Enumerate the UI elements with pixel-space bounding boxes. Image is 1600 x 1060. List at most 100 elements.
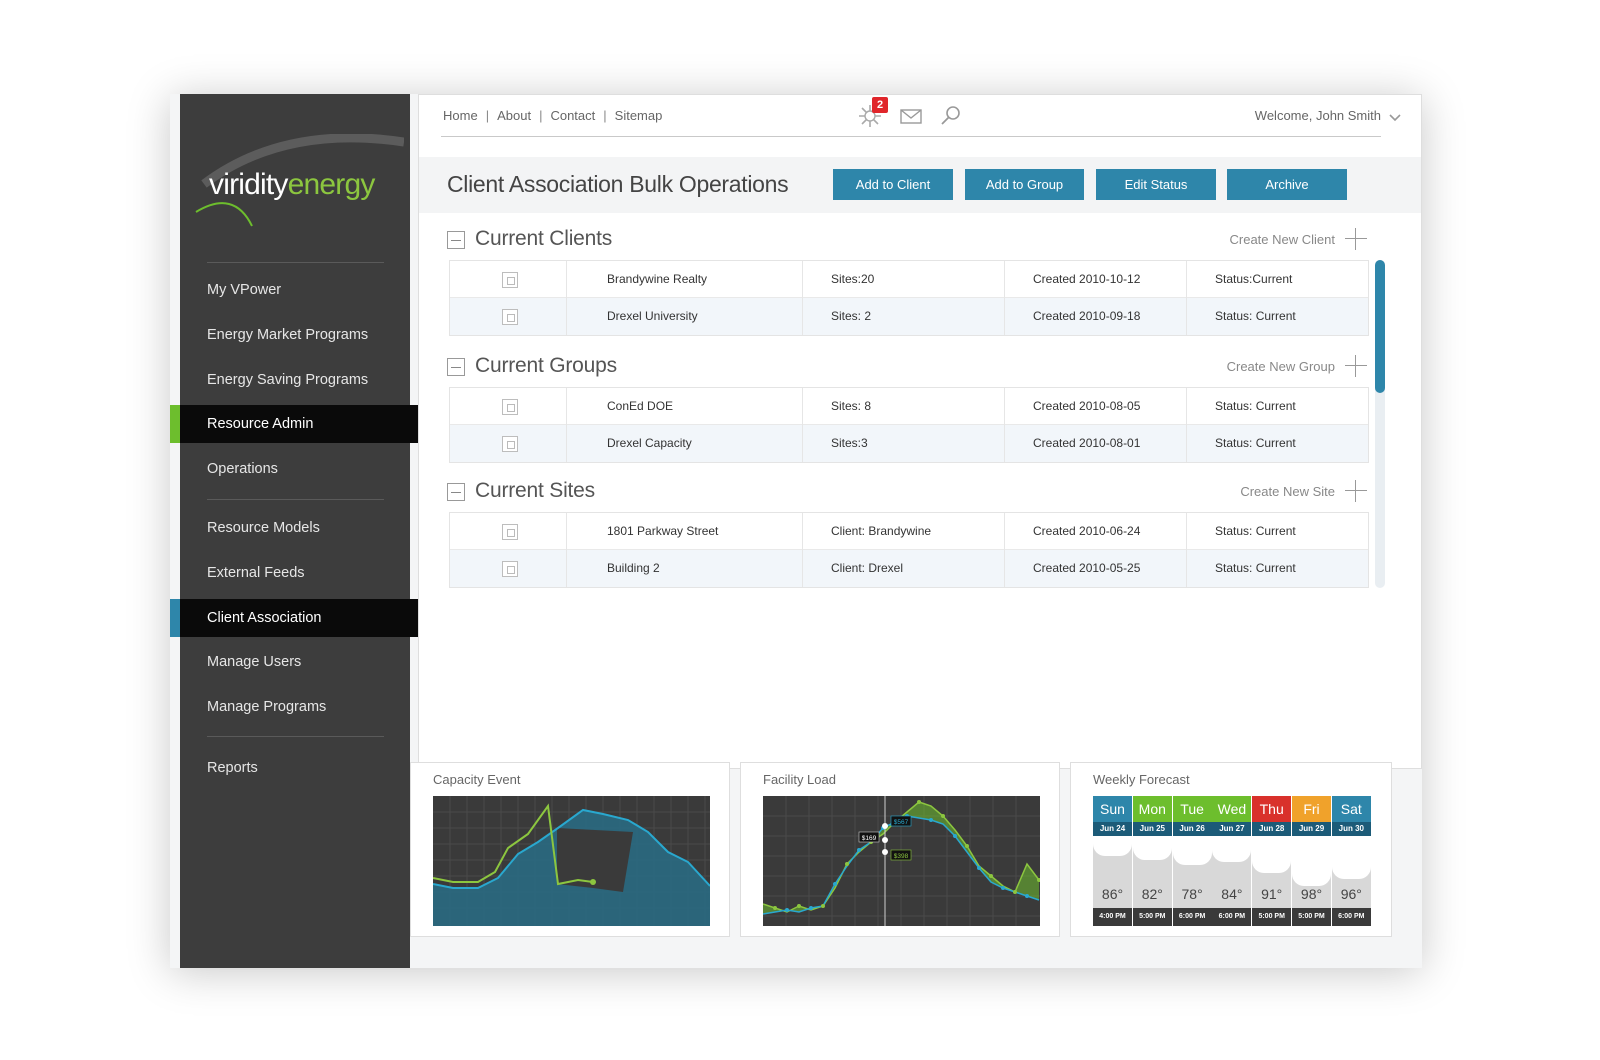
- table-row[interactable]: Drexel University Sites: 2 Created 2010-…: [450, 298, 1368, 335]
- sites-table: 1801 Parkway Street Client: Brandywine C…: [449, 512, 1369, 588]
- create-new-client-link[interactable]: Create New Client: [1230, 232, 1336, 247]
- forecast-temp-wave: [1252, 836, 1292, 874]
- nav-link-contact[interactable]: Contact: [550, 108, 595, 123]
- weekly-forecast-widget: Weekly Forecast Sun Jun 24 86° 4:00 PM Mon Ju…: [1070, 762, 1392, 937]
- section-title: Current Groups: [475, 354, 617, 377]
- forecast-day-sun[interactable]: Sun Jun 24 86° 4:00 PM: [1093, 796, 1132, 926]
- forecast-temp-wave: [1132, 836, 1172, 861]
- forecast-date: Jun 25: [1132, 822, 1172, 836]
- capacity-event-marker: [590, 879, 596, 885]
- row-checkbox[interactable]: [502, 524, 518, 540]
- row-created: Created 2010-08-05: [1005, 388, 1187, 425]
- collapse-toggle-icon[interactable]: [447, 231, 465, 249]
- plus-icon[interactable]: [1345, 480, 1367, 502]
- forecast-temp-panel: 86°: [1093, 836, 1132, 908]
- row-status: Status: Current: [1215, 399, 1296, 413]
- table-row[interactable]: ConEd DOE Sites: 8 Created 2010-08-05 St…: [450, 388, 1368, 425]
- row-info: Sites: 2: [803, 298, 1005, 335]
- forecast-temp-panel: 98°: [1292, 836, 1331, 908]
- create-new-group-link[interactable]: Create New Group: [1227, 359, 1335, 374]
- forecast-temp: 78°: [1181, 886, 1203, 902]
- sidebar-item-energy-saving-programs[interactable]: Energy Saving Programs: [180, 361, 410, 399]
- row-name: Building 2: [567, 550, 803, 587]
- nav-link-sitemap[interactable]: Sitemap: [615, 108, 663, 123]
- notification-count-badge: 2: [872, 97, 888, 113]
- row-name: 1801 Parkway Street: [567, 513, 803, 550]
- sidebar-item-energy-market-programs[interactable]: Energy Market Programs: [180, 316, 410, 354]
- chevron-down-icon[interactable]: [1389, 109, 1401, 122]
- nav-link-about[interactable]: About: [497, 108, 531, 123]
- row-checkbox[interactable]: [502, 436, 518, 452]
- row-created: Created 2010-09-18: [1005, 298, 1187, 335]
- topbar-divider: [441, 136, 1381, 137]
- sidebar-item-my-vpower[interactable]: My VPower: [180, 271, 410, 309]
- sidebar-item-manage-users[interactable]: Manage Users: [180, 643, 410, 681]
- scrollbar-thumb[interactable]: [1375, 260, 1385, 393]
- welcome-user-menu[interactable]: Welcome, John Smith: [1255, 108, 1381, 123]
- forecast-date: Jun 27: [1212, 822, 1252, 836]
- nav-link-home[interactable]: Home: [443, 108, 478, 123]
- forecast-temp-wave: [1331, 836, 1371, 880]
- sidebar-item-external-feeds[interactable]: External Feeds: [180, 554, 410, 592]
- add-to-client-button[interactable]: Add to Client: [833, 169, 953, 200]
- sidebar-item-operations[interactable]: Operations: [180, 450, 410, 488]
- table-row[interactable]: Drexel Capacity Sites:3 Created 2010-08-…: [450, 425, 1368, 462]
- forecast-day-thu[interactable]: Thu Jun 28 91° 5:00 PM: [1252, 796, 1292, 926]
- forecast-day-label: Sat: [1331, 796, 1371, 822]
- section-header-clients: Current Clients Create New Client: [447, 227, 1367, 257]
- sidebar-item-resource-admin[interactable]: Resource Admin: [170, 405, 420, 443]
- row-checkbox[interactable]: [502, 309, 518, 325]
- edit-status-button[interactable]: Edit Status: [1096, 169, 1216, 200]
- archive-button[interactable]: Archive: [1227, 169, 1347, 200]
- sidebar-item-label: Client Association: [207, 610, 322, 626]
- forecast-day-label: Thu: [1252, 796, 1292, 822]
- forecast-temp-panel: 78°: [1172, 836, 1212, 908]
- collapse-toggle-icon[interactable]: [447, 483, 465, 501]
- collapse-toggle-icon[interactable]: [447, 358, 465, 376]
- widget-title: Weekly Forecast: [1093, 772, 1190, 787]
- content-scrollbar[interactable]: [1375, 260, 1385, 588]
- forecast-day-fri[interactable]: Fri Jun 29 98° 5:00 PM: [1292, 796, 1331, 926]
- forecast-day-sat[interactable]: Sat Jun 30 96° 6:00 PM: [1331, 796, 1371, 926]
- section-header-groups: Current Groups Create New Group: [447, 354, 1367, 384]
- row-checkbox[interactable]: [502, 561, 518, 577]
- sidebar-item-manage-programs[interactable]: Manage Programs: [180, 688, 410, 726]
- mail-icon[interactable]: [898, 103, 924, 129]
- search-icon[interactable]: [938, 103, 964, 129]
- forecast-temp: 91°: [1261, 886, 1283, 902]
- top-bar: Home | About | Contact | Sitemap 2 Welcome, Jo…: [419, 95, 1421, 157]
- row-checkbox[interactable]: [502, 399, 518, 415]
- create-new-site-link[interactable]: Create New Site: [1240, 484, 1335, 499]
- nav-divider: [207, 499, 384, 500]
- table-row[interactable]: 1801 Parkway Street Client: Brandywine C…: [450, 513, 1368, 550]
- plus-icon[interactable]: [1345, 228, 1367, 250]
- capacity-event-chart: [433, 796, 710, 926]
- table-row[interactable]: Building 2 Client: Drexel Created 2010-0…: [450, 550, 1368, 587]
- row-info: Sites: 8: [803, 388, 1005, 425]
- forecast-temp: 82°: [1141, 886, 1163, 902]
- row-info: Client: Brandywine: [803, 513, 1005, 550]
- sidebar-item-reports[interactable]: Reports: [180, 749, 410, 787]
- sidebar-item-client-association[interactable]: Client Association: [170, 599, 430, 637]
- forecast-date: Jun 29: [1292, 822, 1331, 836]
- row-created: Created 2010-08-01: [1005, 425, 1187, 462]
- row-name: Brandywine Realty: [567, 261, 803, 298]
- table-row[interactable]: Brandywine Realty Sites:20 Created 2010-…: [450, 261, 1368, 298]
- page-title-bar: Client Association Bulk Operations Add t…: [419, 157, 1421, 213]
- forecast-day-label: Wed: [1212, 796, 1252, 822]
- facility-load-chart: $567 $169 $398: [763, 796, 1040, 926]
- forecast-temp-wave: [1093, 836, 1132, 857]
- forecast-day-mon[interactable]: Mon Jun 25 82° 5:00 PM: [1132, 796, 1172, 926]
- row-status: Status: Current: [1215, 309, 1296, 323]
- row-info: Sites:3: [803, 425, 1005, 462]
- forecast-day-tue[interactable]: Tue Jun 26 78° 6:00 PM: [1172, 796, 1212, 926]
- add-to-group-button[interactable]: Add to Group: [965, 169, 1084, 200]
- forecast-temp-panel: 96°: [1331, 836, 1371, 908]
- nav-divider: [207, 736, 384, 737]
- forecast-day-wed[interactable]: Wed Jun 27 84° 6:00 PM: [1212, 796, 1252, 926]
- sidebar-item-resource-models[interactable]: Resource Models: [180, 509, 410, 547]
- plus-icon[interactable]: [1345, 355, 1367, 377]
- logo-text-energy: energy: [287, 168, 376, 201]
- row-checkbox[interactable]: [502, 272, 518, 288]
- forecast-time: 6:00 PM: [1212, 908, 1252, 926]
